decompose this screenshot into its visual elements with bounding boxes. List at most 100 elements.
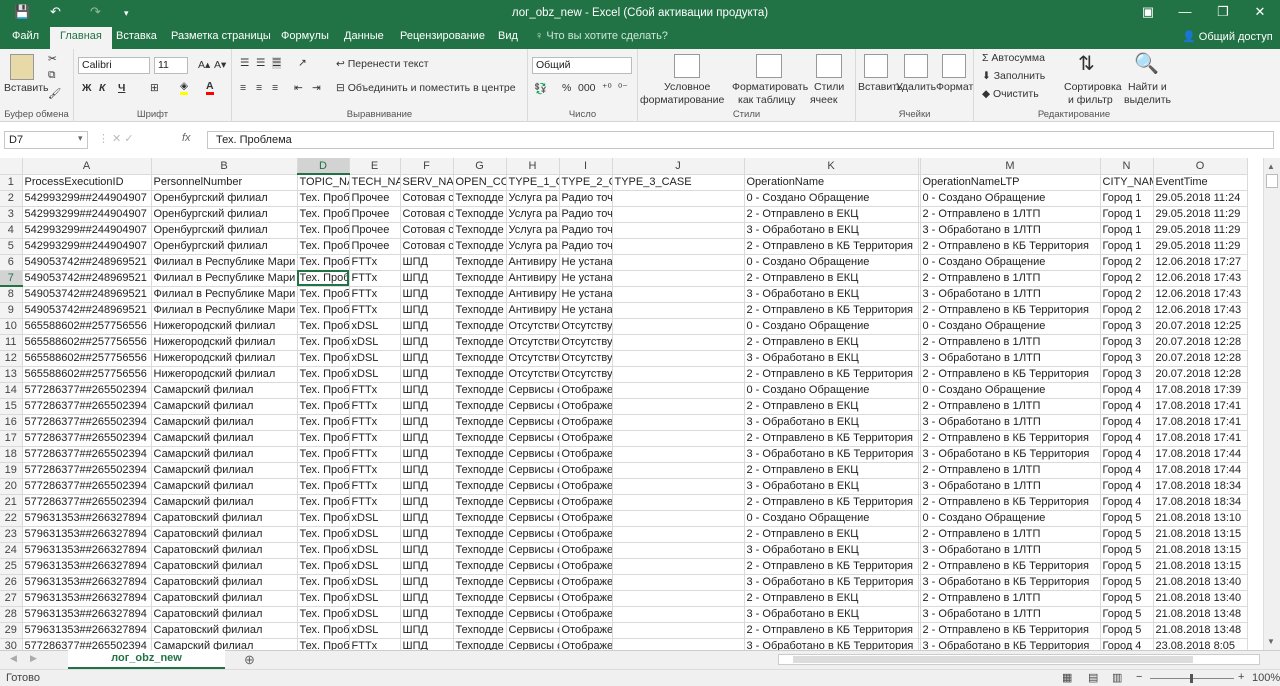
- cell[interactable]: 549053742##248969521: [22, 302, 152, 319]
- cell[interactable]: Саратовский филиал: [151, 622, 298, 639]
- cell[interactable]: ШПД: [400, 462, 454, 479]
- cell[interactable]: Услуга ра: [506, 238, 560, 255]
- cell[interactable]: [612, 366, 745, 383]
- minimize-icon[interactable]: —: [1170, 4, 1200, 19]
- cell[interactable]: Техподде: [453, 206, 507, 223]
- cell[interactable]: 3 - Обработано в ЕКЦ: [744, 414, 919, 431]
- cell[interactable]: Отображение информац: [559, 494, 613, 511]
- cell[interactable]: 17.08.2018 18:34: [1153, 478, 1248, 495]
- cell[interactable]: 3 - Обработано в 1ЛТП: [920, 542, 1101, 559]
- cell[interactable]: 565588602##257756556: [22, 334, 152, 351]
- row-header[interactable]: 23: [0, 526, 23, 543]
- cell[interactable]: Техподде: [453, 270, 507, 287]
- cell[interactable]: Отображение информац: [559, 478, 613, 495]
- cell[interactable]: 21.08.2018 13:40: [1153, 574, 1248, 591]
- cell[interactable]: 3 - Обработано в ЕКЦ: [744, 350, 919, 367]
- cell[interactable]: [612, 526, 745, 543]
- cell[interactable]: Сервисы с: [506, 558, 560, 575]
- cell[interactable]: ШПД: [400, 430, 454, 447]
- cell[interactable]: Техподде: [453, 222, 507, 239]
- cell[interactable]: Техподде: [453, 590, 507, 607]
- cell[interactable]: 12.06.2018 17:43: [1153, 302, 1248, 319]
- cell[interactable]: Тех. Проб: [297, 366, 350, 383]
- cell[interactable]: Тех. Проб: [297, 558, 350, 575]
- cell[interactable]: 577286377##265502394: [22, 462, 152, 479]
- sort-label-2[interactable]: и фильтр: [1068, 94, 1113, 106]
- row-header[interactable]: 4: [0, 222, 23, 239]
- cell[interactable]: 2 - Отправлено в КБ Территория: [744, 430, 919, 447]
- cell[interactable]: 2 - Отправлено в 1ЛТП: [920, 590, 1101, 607]
- cell[interactable]: 17.08.2018 17:44: [1153, 446, 1248, 463]
- cell[interactable]: Техподде: [453, 478, 507, 495]
- cell[interactable]: 579631353##266327894: [22, 526, 152, 543]
- row-header[interactable]: 9: [0, 302, 23, 319]
- cell[interactable]: Город 4: [1100, 478, 1154, 495]
- cell[interactable]: Не устанавливается ПО: [559, 286, 613, 303]
- cell[interactable]: Сервисы с: [506, 638, 560, 650]
- cell[interactable]: xDSL: [349, 526, 401, 543]
- cell[interactable]: 2 - Отправлено в 1ЛТП: [920, 526, 1101, 543]
- font-color-icon[interactable]: A: [206, 80, 214, 95]
- cell[interactable]: FTTx: [349, 494, 401, 511]
- cell[interactable]: Оренбургский филиал: [151, 190, 298, 207]
- format-table-label-1[interactable]: Форматировать: [732, 81, 808, 93]
- cell[interactable]: [612, 462, 745, 479]
- cell[interactable]: FTTx: [349, 270, 401, 287]
- cell[interactable]: 2 - Отправлено в КБ Территория: [920, 430, 1101, 447]
- cell[interactable]: Сервисы с: [506, 622, 560, 639]
- cell[interactable]: Сервисы с: [506, 510, 560, 527]
- fill-button[interactable]: ⬇ Заполнить: [982, 70, 1045, 82]
- cell[interactable]: Сервисы с: [506, 590, 560, 607]
- cell[interactable]: Тех. Проб: [297, 286, 350, 303]
- cell[interactable]: ШПД: [400, 590, 454, 607]
- cell[interactable]: ШПД: [400, 638, 454, 650]
- row-header[interactable]: 22: [0, 510, 23, 527]
- cell[interactable]: [612, 190, 745, 207]
- cell[interactable]: Саратовский филиал: [151, 606, 298, 623]
- column-header[interactable]: O: [1153, 158, 1248, 175]
- tab-insert[interactable]: Вставка: [116, 30, 157, 42]
- cell[interactable]: Город 5: [1100, 542, 1154, 559]
- cell[interactable]: Отображение информац: [559, 430, 613, 447]
- cell[interactable]: FTTx: [349, 478, 401, 495]
- cell[interactable]: Сервисы с: [506, 574, 560, 591]
- cell[interactable]: Сервисы с: [506, 414, 560, 431]
- cell[interactable]: [612, 302, 745, 319]
- cell[interactable]: Антивиру: [506, 286, 560, 303]
- cell[interactable]: Тех. Проб: [297, 334, 350, 351]
- decrease-decimal-icon[interactable]: ⁰⁻: [618, 82, 628, 94]
- wrap-text-button[interactable]: ↩ Перенести текст: [336, 58, 429, 70]
- cell[interactable]: [612, 270, 745, 287]
- delete-cells-button[interactable]: Удалить: [896, 81, 936, 93]
- cell[interactable]: Тех. Проб: [297, 206, 350, 223]
- column-header[interactable]: E: [349, 158, 401, 175]
- align-left-icon[interactable]: ≡: [240, 82, 246, 94]
- cell[interactable]: Сервисы с: [506, 446, 560, 463]
- cell[interactable]: Тех. Проб: [297, 446, 350, 463]
- cell[interactable]: Город 3: [1100, 318, 1154, 335]
- cell[interactable]: 21.08.2018 13:15: [1153, 558, 1248, 575]
- cell[interactable]: Прочее: [349, 190, 401, 207]
- cell-styles-label-2[interactable]: ячеек: [810, 94, 837, 106]
- cell[interactable]: Город 4: [1100, 494, 1154, 511]
- cell[interactable]: Нижегородский филиал: [151, 350, 298, 367]
- cell[interactable]: Не устанавливается ПО: [559, 302, 613, 319]
- cell[interactable]: 0 - Создано Обращение: [920, 254, 1101, 271]
- share-button[interactable]: 👤 Общий доступ: [1182, 30, 1273, 43]
- cell[interactable]: ШПД: [400, 574, 454, 591]
- cell[interactable]: ШПД: [400, 526, 454, 543]
- cell[interactable]: [612, 446, 745, 463]
- formula-input[interactable]: Тех. Проблема: [207, 131, 1274, 149]
- percent-icon[interactable]: %: [562, 82, 571, 94]
- cell[interactable]: 20.07.2018 12:28: [1153, 350, 1248, 367]
- cell[interactable]: Тех. Проб: [297, 510, 350, 527]
- cell[interactable]: ШПД: [400, 302, 454, 319]
- horizontal-scrollbar[interactable]: [778, 654, 1260, 665]
- cell[interactable]: Филиал в Республике Мари: [151, 286, 298, 303]
- row-header[interactable]: 16: [0, 414, 23, 431]
- cell[interactable]: Город 1: [1100, 238, 1154, 255]
- tab-home[interactable]: Главная: [50, 27, 112, 49]
- cell[interactable]: [612, 478, 745, 495]
- cell[interactable]: Тех. Проб: [297, 382, 350, 399]
- cell[interactable]: 3 - Обработано в ЕКЦ: [744, 222, 919, 239]
